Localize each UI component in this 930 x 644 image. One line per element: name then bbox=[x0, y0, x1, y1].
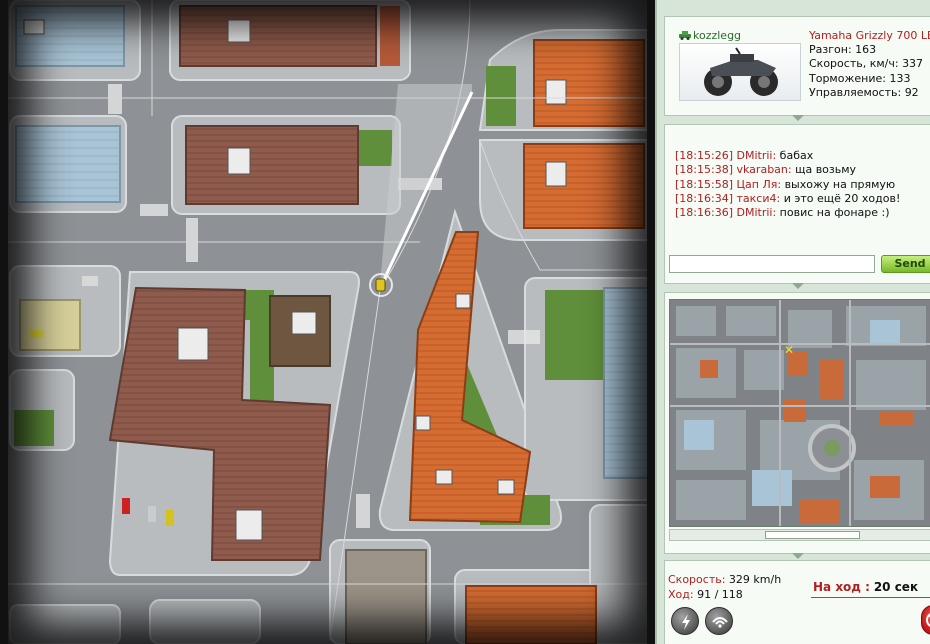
car-model-name: Yamaha Grizzly 700 LE bbox=[809, 29, 930, 42]
stop-icon bbox=[926, 613, 930, 627]
minimap-scroll-thumb[interactable] bbox=[765, 531, 860, 539]
chat-message: [18:15:58] Цап Ля: выхожу на прямую bbox=[675, 177, 896, 191]
send-button[interactable]: Send bbox=[881, 255, 930, 273]
car-stats: Yamaha Grizzly 700 LE Разгон: 163 Скорос… bbox=[809, 29, 930, 100]
chat-log[interactable]: [18:15:26] DMitrii: бабах [18:15:38] vka… bbox=[675, 149, 900, 220]
city-map-graphic[interactable] bbox=[0, 0, 655, 644]
stat-acceleration: Разгон: 163 bbox=[809, 43, 877, 57]
svg-text:✕: ✕ bbox=[784, 343, 794, 357]
user-car-icon bbox=[679, 30, 691, 40]
signal-button[interactable] bbox=[705, 607, 733, 635]
chat-input[interactable] bbox=[669, 255, 875, 273]
game-map[interactable] bbox=[0, 0, 655, 644]
moves-readout: Ход: 91 / 118 bbox=[668, 588, 743, 601]
player-username[interactable]: kozzlegg bbox=[693, 29, 741, 42]
stat-top-speed: Скорость, км/ч: 337 bbox=[809, 57, 924, 71]
turn-timer: На ход : 20 сек bbox=[813, 580, 919, 594]
stat-braking: Торможение: 133 bbox=[809, 71, 911, 85]
stop-button[interactable] bbox=[921, 605, 930, 635]
player-name-line: kozzlegg bbox=[679, 29, 741, 42]
chat-message: [18:15:38] vkaraban: ща возьму bbox=[675, 163, 857, 177]
chat-message: [18:15:26] DMitrii: бабах bbox=[675, 149, 814, 162]
sidebar: kozzlegg Yamaha Grizzly 700 LE Разгон: 1… bbox=[655, 0, 930, 644]
player-car[interactable] bbox=[375, 278, 386, 292]
minimap-panel: ✕ bbox=[664, 292, 930, 559]
turn-timer-underline bbox=[811, 597, 930, 598]
refresh-button[interactable] bbox=[671, 607, 699, 635]
speed-readout: Скорость: 329 km/h bbox=[668, 573, 782, 586]
chat-message: [18:16:34] такси4: и это ещё 20 ходов! bbox=[675, 191, 901, 205]
panel-divider-arrow bbox=[792, 283, 804, 289]
minimap[interactable]: ✕ bbox=[669, 299, 930, 527]
panel-divider-arrow bbox=[792, 553, 804, 559]
chat-panel: [18:15:26] DMitrii: бабах [18:15:38] vka… bbox=[664, 124, 930, 289]
panel-divider-arrow bbox=[792, 115, 804, 121]
refresh-icon bbox=[682, 614, 690, 630]
stat-handling: Управляемость: 92 bbox=[809, 85, 919, 99]
car-info-panel: kozzlegg Yamaha Grizzly 700 LE Разгон: 1… bbox=[664, 16, 930, 121]
minimap-scrollbar[interactable] bbox=[669, 529, 930, 541]
chat-message: [18:16:36] DMitrii: повис на фонаре :) bbox=[675, 206, 890, 220]
status-panel: Скорость: 329 km/h Ход: 91 / 118 На ход … bbox=[664, 560, 930, 644]
atv-photo bbox=[679, 43, 801, 101]
signal-icon bbox=[712, 617, 728, 628]
